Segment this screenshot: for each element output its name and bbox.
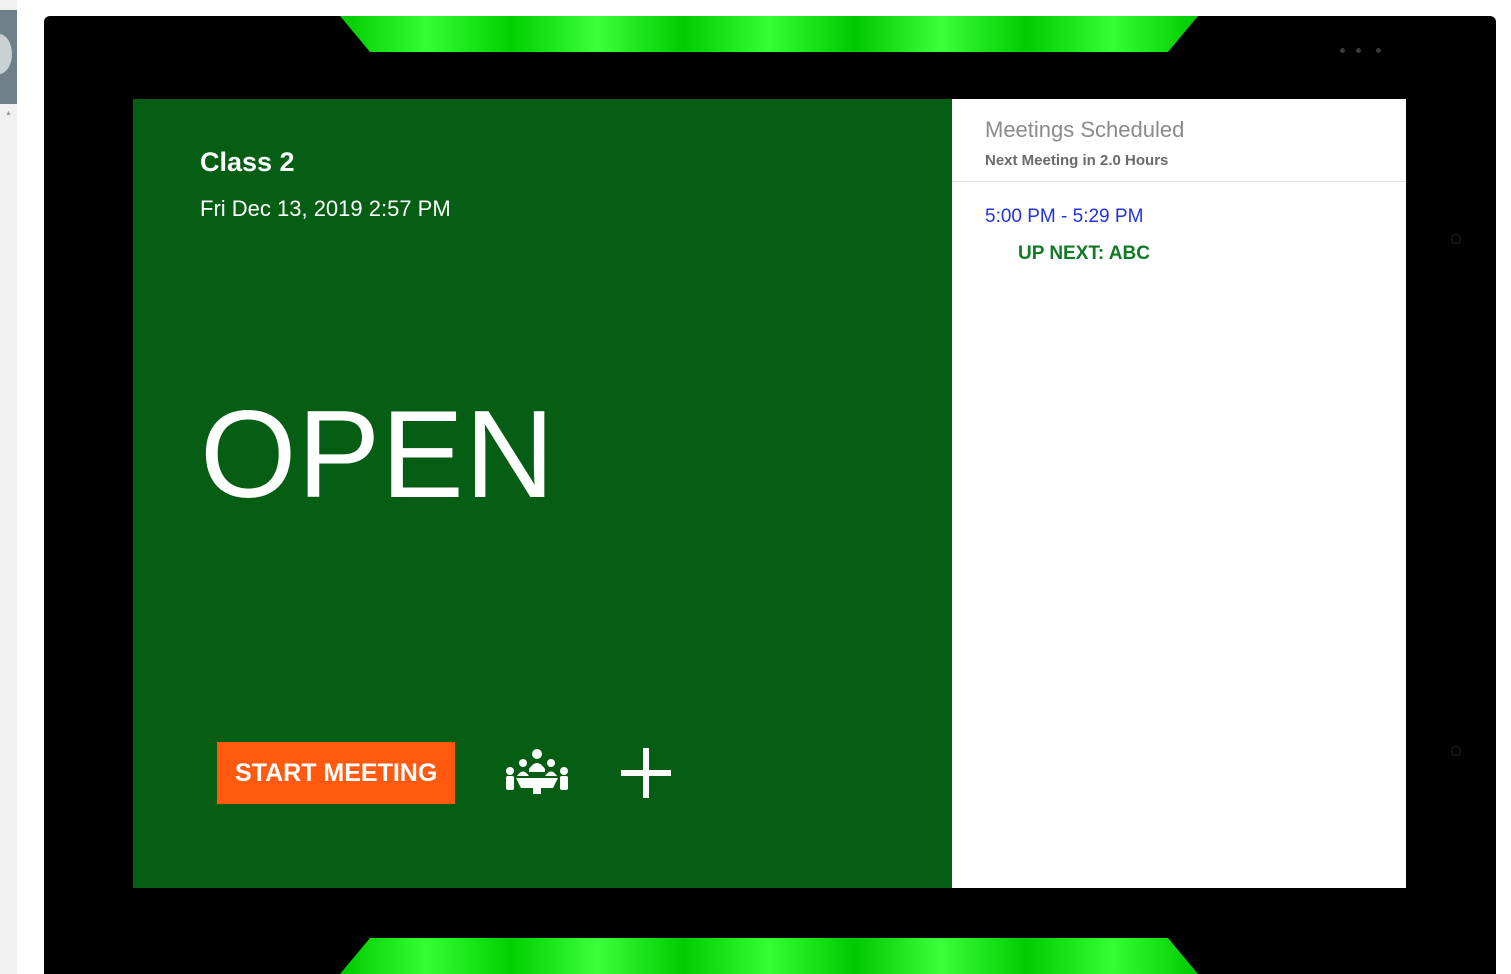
room-name: Class 2: [200, 147, 295, 177]
next-meeting-countdown: Next Meeting in 2.0 Hours: [985, 152, 1169, 169]
panel-screen: Class 2 Fri Dec 13, 2019 2:57 PM OPEN ST…: [133, 99, 1406, 888]
avatar[interactable]: [0, 10, 17, 104]
action-bar: START MEETING: [217, 742, 673, 804]
room-panel-device: Class 2 Fri Dec 13, 2019 2:57 PM OPEN ST…: [44, 16, 1496, 974]
proximity-sensor-icon: [1376, 48, 1381, 53]
left-sidebar-strip: ▲: [0, 0, 17, 974]
light-sensor-icon: [1356, 48, 1361, 53]
conference-people-icon[interactable]: [503, 745, 571, 801]
meeting-title: UP NEXT: ABC: [1018, 243, 1150, 264]
camera-sensor-icon: [1340, 48, 1345, 53]
meeting-time: 5:00 PM - 5:29 PM: [985, 206, 1144, 227]
bottom-status-led: [340, 938, 1198, 974]
side-button-icon: [1451, 234, 1461, 244]
schedule-pane: Meetings Scheduled Next Meeting in 2.0 H…: [952, 99, 1406, 888]
start-meeting-button[interactable]: START MEETING: [217, 742, 456, 804]
side-button-icon: [1451, 746, 1461, 756]
schedule-title: Meetings Scheduled: [985, 117, 1185, 142]
room-datetime: Fri Dec 13, 2019 2:57 PM: [200, 196, 451, 221]
meeting-list-item[interactable]: 5:00 PM - 5:29 PM UP NEXT: ABC: [952, 182, 1406, 265]
scroll-up-arrow-icon[interactable]: ▲: [5, 110, 12, 118]
schedule-header: Meetings Scheduled Next Meeting in 2.0 H…: [952, 99, 1406, 182]
room-status-label: OPEN: [200, 386, 556, 524]
plus-icon[interactable]: [619, 746, 673, 800]
room-status-pane: Class 2 Fri Dec 13, 2019 2:57 PM OPEN ST…: [133, 99, 952, 888]
top-status-led: [340, 16, 1198, 52]
